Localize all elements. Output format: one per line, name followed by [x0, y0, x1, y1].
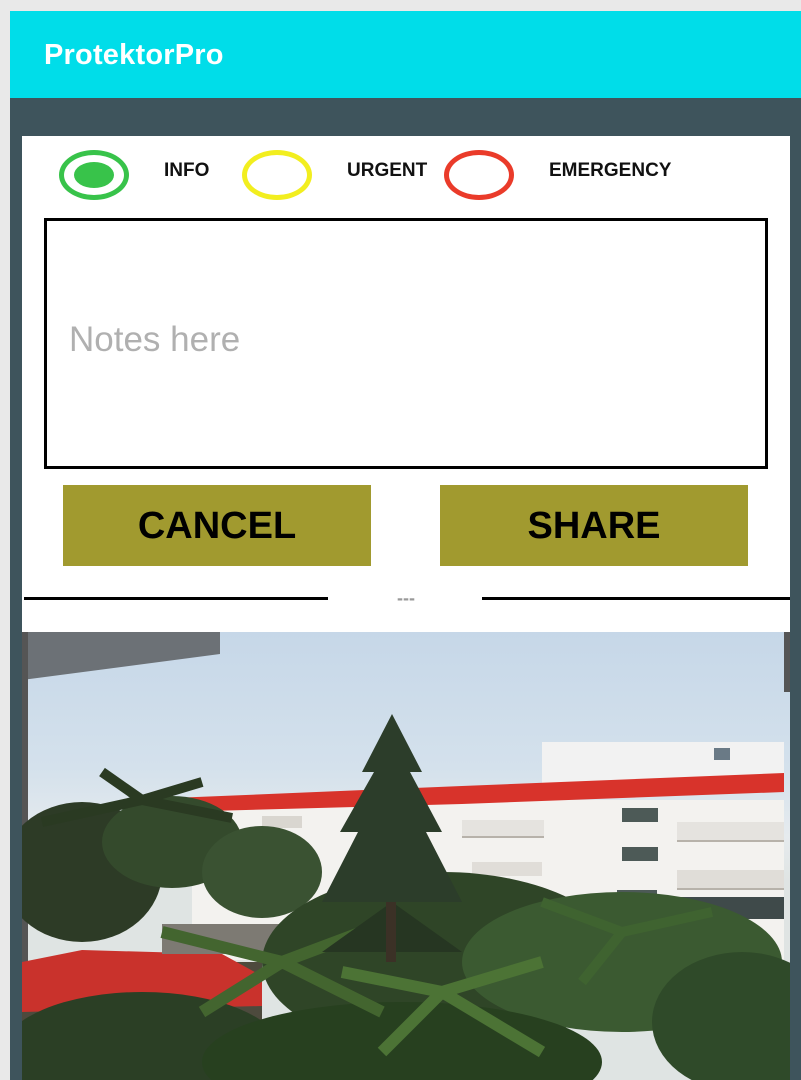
notes-box	[44, 218, 768, 469]
radio-emergency[interactable]	[444, 150, 514, 200]
report-card: INFO URGENT EMERGENCY CANCEL SHARE ---	[22, 136, 790, 1080]
attached-photo	[22, 632, 790, 1080]
app-bar: ProtektorPro	[10, 11, 801, 98]
radio-urgent[interactable]	[242, 150, 312, 200]
divider-text: ---	[397, 588, 415, 608]
radio-urgent-label: URGENT	[347, 160, 428, 181]
radio-info-dot	[74, 162, 114, 188]
app-window: ProtektorPro INFO URGENT EMERGENCY CANCE…	[10, 11, 801, 1080]
divider-line-left	[24, 597, 328, 600]
divider-line-right	[482, 597, 790, 600]
radio-info[interactable]	[59, 150, 129, 200]
share-button[interactable]: SHARE	[440, 485, 748, 566]
photo-illustration	[22, 632, 790, 1080]
radio-info-label: INFO	[164, 160, 210, 181]
app-title: ProtektorPro	[44, 39, 224, 71]
notes-field[interactable]	[67, 309, 751, 371]
device-frame: ProtektorPro INFO URGENT EMERGENCY CANCE…	[0, 0, 801, 1080]
radio-emergency-label: EMERGENCY	[549, 160, 672, 181]
cancel-button[interactable]: CANCEL	[63, 485, 371, 566]
